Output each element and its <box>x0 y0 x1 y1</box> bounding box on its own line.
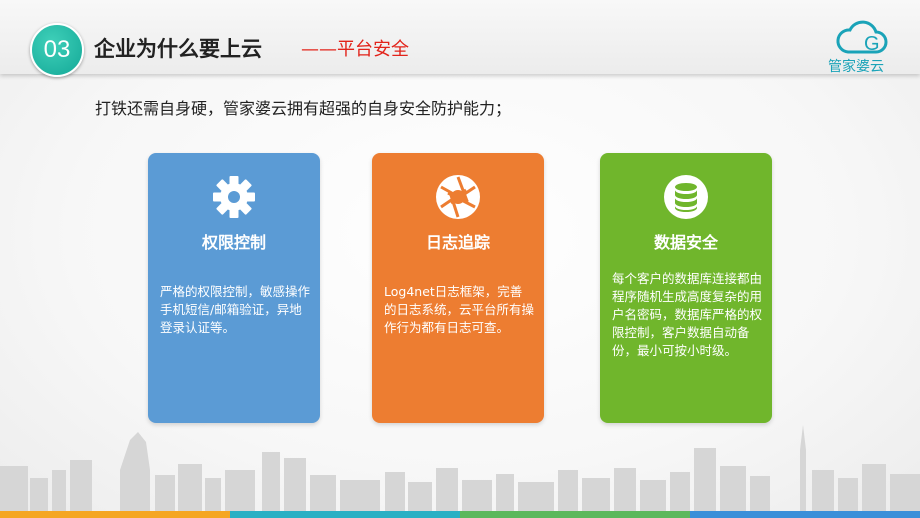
card-log-tracking: 日志追踪 Log4net日志框架，完善的日志系统，云平台所有操作行为都有日志可查… <box>372 153 544 423</box>
header-bar: 03 企业为什么要上云 ——平台安全 G 管家婆云 <box>0 0 920 77</box>
card-title: 权限控制 <box>201 233 266 252</box>
database-icon <box>664 175 708 219</box>
bar-segment-blue <box>690 511 920 518</box>
logo-letter: G <box>864 33 880 55</box>
city-skyline-decoration <box>0 425 920 512</box>
page-title: 企业为什么要上云 <box>94 37 262 61</box>
card-description: 严格的权限控制，敏感操作手机短信/邮箱验证，异地登录认证等。 <box>160 284 311 335</box>
logo-text: 管家婆云 <box>828 59 884 75</box>
intro-text: 打铁还需自身硬，管家婆云拥有超强的自身安全防护能力； <box>95 99 512 118</box>
gear-icon <box>213 176 255 218</box>
brand-logo: G 管家婆云 <box>826 18 896 75</box>
card-data-security: 数据安全 每个客户的数据库连接都由程序随机生成高度复杂的用户名密码，数据库严格的… <box>600 153 772 423</box>
card-description: Log4net日志框架，完善的日志系统，云平台所有操作行为都有日志可查。 <box>384 284 535 335</box>
aperture-icon <box>436 175 480 219</box>
bar-segment-green <box>460 511 690 518</box>
bar-segment-orange <box>0 511 230 518</box>
bar-segment-teal <box>230 511 460 518</box>
card-title: 数据安全 <box>653 233 718 252</box>
page-subtitle: ——平台安全 <box>301 39 409 60</box>
card-permission-control: 权限控制 严格的权限控制，敏感操作手机短信/邮箱验证，异地登录认证等。 <box>148 153 320 423</box>
cloud-logo-icon: G <box>836 20 888 55</box>
card-title: 日志追踪 <box>425 233 490 252</box>
bottom-color-bar <box>0 511 920 518</box>
card-description: 每个客户的数据库连接都由程序随机生成高度复杂的用户名密码，数据库严格的权限控制，… <box>612 271 763 358</box>
section-number-badge: 03 <box>30 23 84 77</box>
